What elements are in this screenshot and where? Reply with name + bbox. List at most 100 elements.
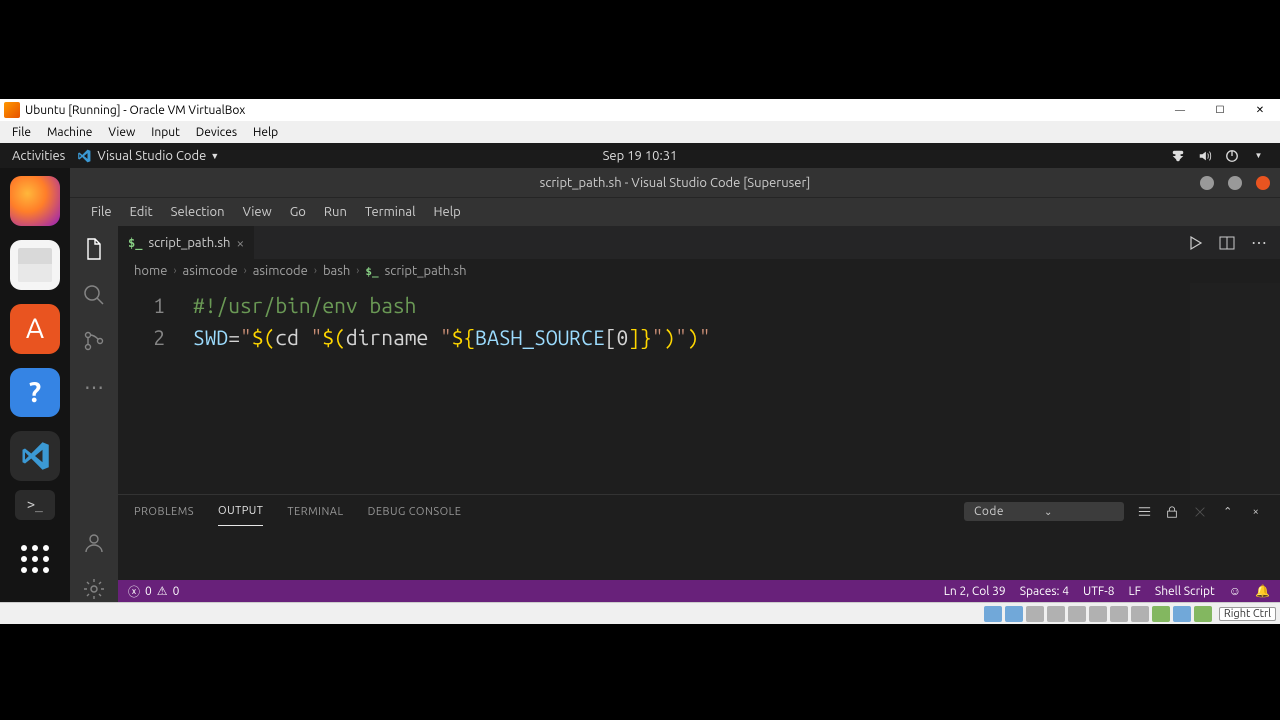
clear-icon[interactable]: [1192, 504, 1208, 520]
dock-files[interactable]: [10, 240, 60, 290]
crumb-home[interactable]: home: [134, 264, 167, 278]
code-editor[interactable]: 1 #!/usr/bin/env bash 2 SWD="$(cd "$(dir…: [118, 283, 1280, 494]
feedback-icon[interactable]: ☺: [1229, 584, 1241, 598]
vbox-hdd-icon[interactable]: [984, 606, 1002, 622]
tab-script-path[interactable]: $_ script_path.sh ×: [118, 226, 255, 259]
clock[interactable]: Sep 19 10:31: [603, 149, 678, 163]
menu-go[interactable]: Go: [281, 205, 315, 219]
app-menu-button[interactable]: Visual Studio Code ▼: [77, 149, 219, 163]
virtualbox-titlebar[interactable]: Ubuntu [Running] - Oracle VM VirtualBox …: [0, 99, 1280, 121]
menu-selection[interactable]: Selection: [162, 205, 234, 219]
split-editor-icon[interactable]: [1218, 234, 1236, 252]
virtualbox-title: Ubuntu [Running] - Oracle VM VirtualBox: [25, 104, 1160, 117]
activity-bar: ⋯: [70, 226, 118, 602]
explorer-icon[interactable]: [81, 236, 107, 262]
window-minimize-button[interactable]: —: [1160, 105, 1200, 116]
menu-file[interactable]: File: [82, 205, 121, 219]
chevron-right-icon: ›: [314, 265, 317, 277]
error-count[interactable]: 0: [145, 585, 152, 598]
dock-firefox[interactable]: [10, 176, 60, 226]
vscode-maximize-button[interactable]: [1228, 176, 1242, 190]
indentation[interactable]: Spaces: 4: [1020, 585, 1069, 598]
activities-button[interactable]: Activities: [0, 149, 77, 163]
lock-icon[interactable]: [1164, 504, 1180, 520]
dock-vscode[interactable]: [10, 431, 60, 481]
settings-icon[interactable]: [81, 576, 107, 602]
output-channel-selector[interactable]: Code ⌄: [964, 502, 1124, 521]
gnome-status-area[interactable]: ▼: [1170, 148, 1280, 163]
vbox-display-icon[interactable]: [1110, 606, 1128, 622]
dock-help[interactable]: ?: [10, 368, 60, 418]
virtualbox-window: Ubuntu [Running] - Oracle VM VirtualBox …: [0, 99, 1280, 624]
list-icon[interactable]: [1136, 504, 1152, 520]
vbox-cpu-icon[interactable]: [1152, 606, 1170, 622]
crumb-asimcode[interactable]: asimcode: [183, 264, 238, 278]
host-key[interactable]: Right Ctrl: [1219, 607, 1276, 621]
extensions-icon[interactable]: ⋯: [81, 374, 107, 400]
minimap[interactable]: [1190, 283, 1280, 494]
menu-help[interactable]: Help: [424, 205, 469, 219]
warning-count[interactable]: 0: [173, 585, 180, 598]
vscode-titlebar[interactable]: script_path.sh - Visual Studio Code [Sup…: [70, 168, 1280, 197]
dock-terminal[interactable]: >_: [15, 490, 55, 520]
error-icon[interactable]: ⓧ: [128, 583, 140, 600]
vscode-close-button[interactable]: [1256, 176, 1270, 190]
panel-tab-debug[interactable]: DEBUG CONSOLE: [368, 498, 462, 526]
chevron-up-icon[interactable]: ⌃: [1220, 504, 1236, 520]
search-icon[interactable]: [81, 282, 107, 308]
encoding[interactable]: UTF-8: [1083, 585, 1114, 598]
tab-close-icon[interactable]: ×: [236, 235, 244, 251]
vbox-recording-icon[interactable]: [1131, 606, 1149, 622]
menu-view[interactable]: View: [234, 205, 281, 219]
source-control-icon[interactable]: [81, 328, 107, 354]
network-icon[interactable]: [1170, 148, 1185, 163]
vbox-mouse-icon[interactable]: [1173, 606, 1191, 622]
breadcrumb[interactable]: home› asimcode› asimcode› bash› $_ scrip…: [118, 259, 1280, 283]
status-bar: ⓧ 0 ⚠ 0 Ln 2, Col 39 Spaces: 4 UTF-8 LF Sh…: [118, 580, 1280, 602]
vbox-menu-file[interactable]: File: [4, 126, 39, 139]
cursor-position[interactable]: Ln 2, Col 39: [944, 585, 1006, 598]
menu-run[interactable]: Run: [315, 205, 356, 219]
vbox-optical-icon[interactable]: [1005, 606, 1023, 622]
chevron-right-icon: ›: [173, 265, 176, 277]
language-mode[interactable]: Shell Script: [1155, 585, 1215, 598]
run-icon[interactable]: [1186, 234, 1204, 252]
vbox-keyboard-icon[interactable]: [1194, 606, 1212, 622]
vbox-menu-view[interactable]: View: [100, 126, 143, 139]
menu-terminal[interactable]: Terminal: [356, 205, 425, 219]
vbox-menu-input[interactable]: Input: [143, 126, 188, 139]
more-actions-icon[interactable]: ⋯: [1250, 234, 1268, 252]
window-maximize-button[interactable]: ☐: [1200, 105, 1240, 116]
dock-show-applications[interactable]: [10, 534, 60, 584]
vbox-audio-icon[interactable]: [1026, 606, 1044, 622]
warning-icon[interactable]: ⚠: [157, 584, 168, 598]
ubuntu-desktop: Activities Visual Studio Code ▼ Sep 19 1…: [0, 143, 1280, 602]
eol[interactable]: LF: [1128, 585, 1140, 598]
close-panel-icon[interactable]: ×: [1248, 504, 1264, 520]
vbox-menu-machine[interactable]: Machine: [39, 126, 100, 139]
menu-edit[interactable]: Edit: [121, 205, 162, 219]
vbox-menu-help[interactable]: Help: [245, 126, 286, 139]
volume-icon[interactable]: [1197, 148, 1212, 163]
panel-tab-problems[interactable]: PROBLEMS: [134, 498, 194, 526]
vbox-usb-icon[interactable]: [1068, 606, 1086, 622]
crumb-bash[interactable]: bash: [323, 264, 350, 278]
vbox-shared-icon[interactable]: [1089, 606, 1107, 622]
chevron-down-icon[interactable]: ▼: [1251, 148, 1266, 163]
vbox-menu-devices[interactable]: Devices: [188, 126, 245, 139]
vscode-minimize-button[interactable]: [1200, 176, 1214, 190]
dock-software[interactable]: A: [10, 304, 60, 354]
panel-tab-output[interactable]: OUTPUT: [218, 497, 263, 526]
vbox-network-icon[interactable]: [1047, 606, 1065, 622]
panel-tab-terminal[interactable]: TERMINAL: [287, 498, 343, 526]
crumb-asimcode2[interactable]: asimcode: [253, 264, 308, 278]
window-close-button[interactable]: ✕: [1240, 105, 1280, 116]
line-number: 2: [118, 321, 193, 353]
accounts-icon[interactable]: [81, 530, 107, 556]
virtualbox-statusbar: Right Ctrl: [0, 602, 1280, 624]
output-content[interactable]: [118, 528, 1280, 580]
bottom-panel: PROBLEMS OUTPUT TERMINAL DEBUG CONSOLE C…: [118, 494, 1280, 580]
crumb-file[interactable]: script_path.sh: [385, 264, 467, 278]
power-icon[interactable]: [1224, 148, 1239, 163]
notifications-icon[interactable]: 🔔: [1255, 584, 1270, 598]
